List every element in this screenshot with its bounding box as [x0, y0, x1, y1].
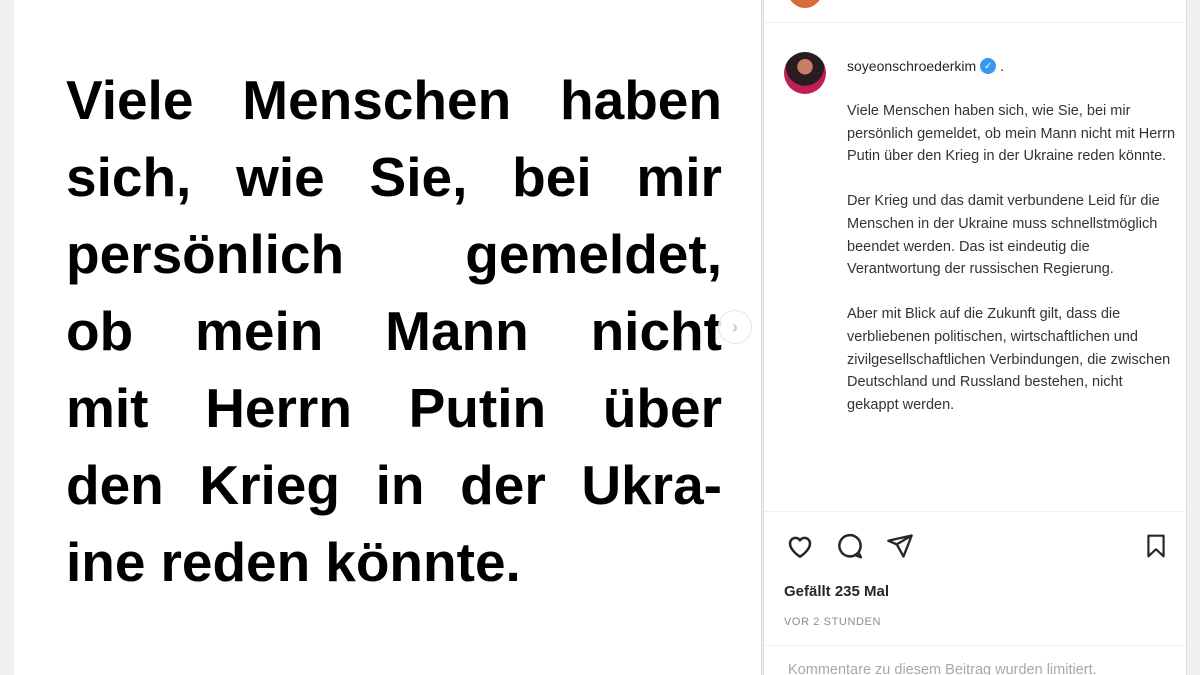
bookmark-icon: [1147, 534, 1165, 558]
post-text-word: bei: [512, 146, 592, 208]
post-text-word: Sie,: [369, 146, 468, 208]
comments-divider: [764, 645, 1188, 646]
post-text-word: der: [460, 454, 546, 516]
post-text-line: mit Herrn Putin über: [66, 370, 722, 447]
post-text-word: haben: [560, 69, 722, 131]
caption-suffix: .: [1000, 58, 1005, 74]
chevron-right-icon: ›: [732, 316, 738, 337]
post-text-word: mein: [195, 300, 324, 362]
post-text-word: wie: [236, 146, 325, 208]
instagram-post-view: Viele Menschen haben sich, wie Sie, bei mir pers…: [0, 0, 1200, 675]
post-text-word: den: [66, 454, 164, 516]
likes-count[interactable]: Gefällt 235 Mal: [784, 583, 889, 600]
post-text-word: ob: [66, 300, 134, 362]
post-text-word: mir: [636, 146, 722, 208]
post-text-word: gemeldet,: [465, 223, 722, 285]
header-avatar[interactable]: [788, 0, 822, 8]
post-text-word: persönlich: [66, 223, 345, 285]
caption-paragraph: Der Krieg und das damit verbundene Leid …: [847, 193, 1160, 278]
like-button[interactable]: [784, 530, 816, 562]
post-text-line: Viele Menschen haben: [66, 62, 722, 139]
post-text-word: Putin: [408, 377, 547, 439]
caption-header: soyeonschroederkim ✓ .: [847, 58, 1004, 74]
post-text-word: nicht: [590, 300, 722, 362]
post-timestamp[interactable]: VOR 2 STUNDEN: [784, 616, 881, 628]
post-side-panel: soyeonschroederkim ✓ . Viele Menschen ha…: [763, 0, 1188, 675]
save-button[interactable]: [1140, 530, 1172, 562]
post-text-line: sich, wie Sie, bei mir: [66, 139, 722, 216]
share-icon: [887, 534, 913, 558]
verified-badge-icon: ✓: [980, 58, 997, 74]
comment-icon: [838, 533, 863, 559]
comments-limited-note: Kommentare zu diesem Beitrag wurden limi…: [788, 662, 1097, 675]
post-text-word: mit: [66, 377, 149, 439]
post-image[interactable]: Viele Menschen haben sich, wie Sie, bei mir pers…: [14, 0, 762, 675]
post-text-word: Herrn: [205, 377, 352, 439]
post-text-word: Menschen: [242, 69, 512, 131]
actions-divider: [764, 511, 1188, 512]
post-text-word: in: [375, 454, 425, 516]
post-text-line: persönlich gemeldet,: [66, 216, 722, 293]
caption-paragraph: Aber mit Blick auf die Zukunft gilt, das…: [847, 306, 1171, 413]
post-text-word: reden: [160, 531, 311, 593]
avatar[interactable]: [784, 52, 826, 94]
post-text-line: ine reden könnte.: [66, 524, 722, 601]
post-text-line: den Krieg in der Ukra-: [66, 447, 722, 524]
heart-icon: [788, 536, 812, 558]
post-text-word: über: [602, 377, 722, 439]
post-text-word: Viele: [66, 69, 194, 131]
post-text-word: sich,: [66, 146, 192, 208]
post-text-word: könnte.: [325, 531, 521, 593]
username-link[interactable]: soyeonschroederkim: [847, 58, 976, 74]
header-divider: [764, 22, 1188, 23]
caption-paragraph: Viele Menschen haben sich, wie Sie, bei …: [847, 103, 1176, 165]
comment-button[interactable]: [834, 530, 866, 562]
post-text-word: Mann: [385, 300, 529, 362]
post-text-word: ine: [66, 531, 146, 593]
action-bar: [784, 530, 1168, 562]
post-text-word: Krieg: [199, 454, 340, 516]
caption-text: Viele Menschen haben sich, wie Sie, bei …: [847, 100, 1177, 439]
next-image-button[interactable]: ›: [718, 310, 752, 344]
post-image-text: Viele Menschen haben sich, wie Sie, bei mir pers…: [66, 62, 722, 601]
post-text-line: ob mein Mann nicht: [66, 293, 722, 370]
post-text-word: Ukra-: [581, 454, 722, 516]
share-button[interactable]: [884, 530, 916, 562]
